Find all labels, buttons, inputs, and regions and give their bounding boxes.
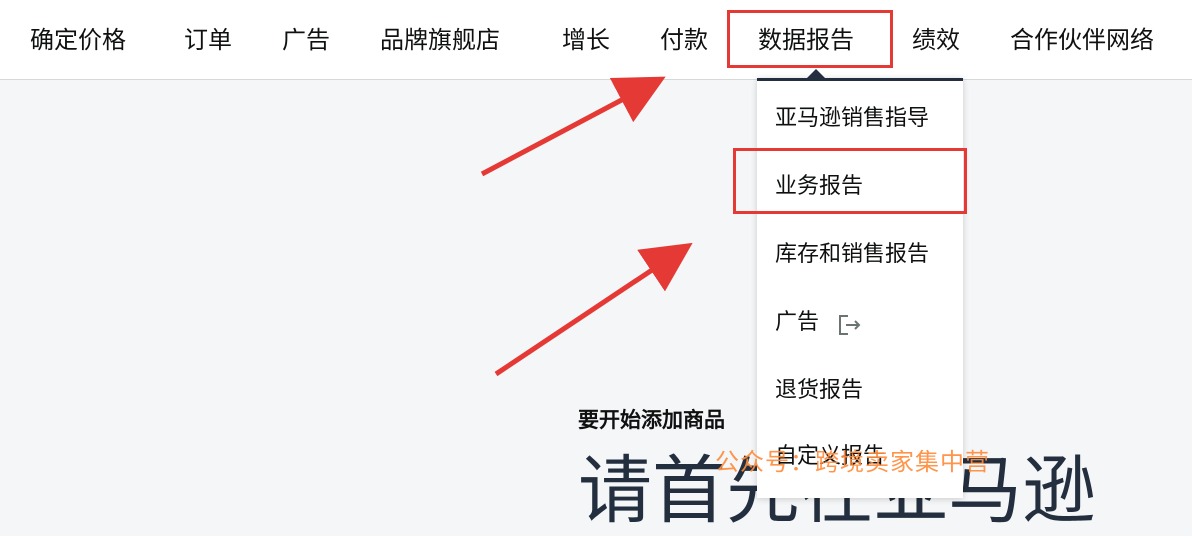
- arrow-to-reports: [480, 76, 666, 177]
- arrow-to-business-reports: [494, 242, 693, 377]
- annotation-arrows: [480, 76, 693, 377]
- watermark-text: 公众号：跨境卖家集中营: [715, 448, 990, 476]
